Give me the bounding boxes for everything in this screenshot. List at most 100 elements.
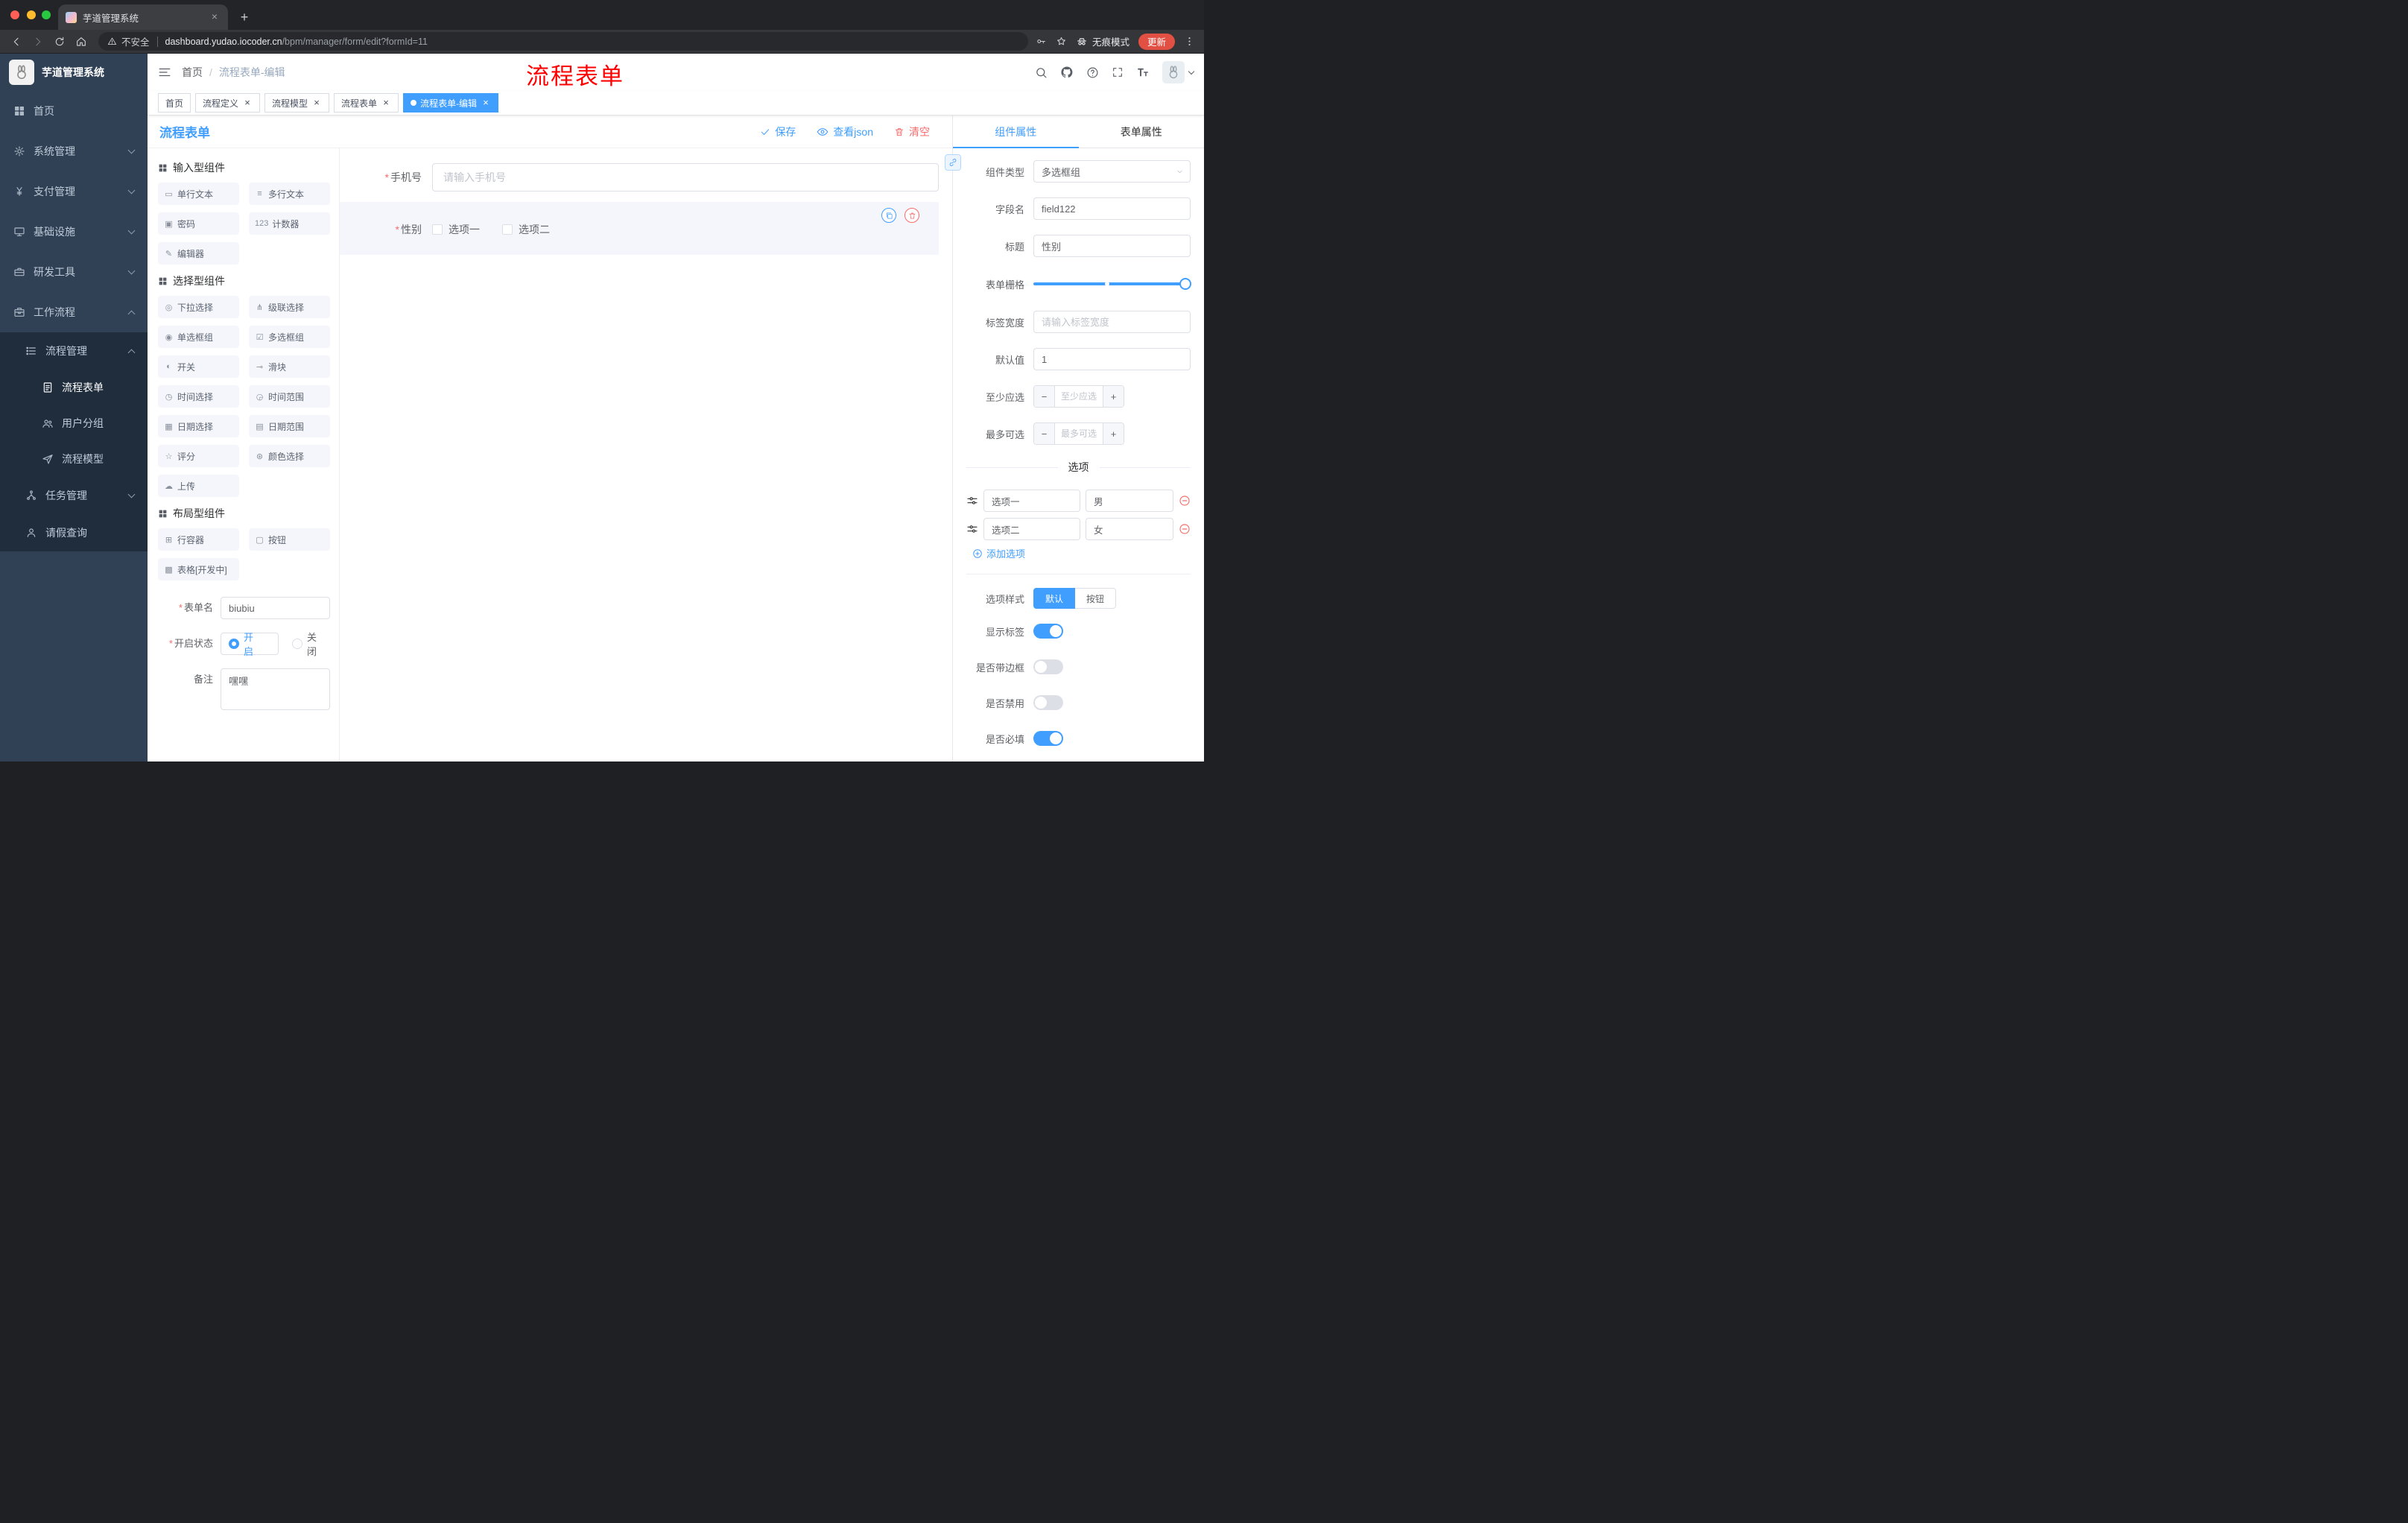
palette-item-table[interactable]: ▩ 表格[开发中] — [158, 558, 239, 580]
status-off-radio[interactable]: 关闭 — [291, 632, 317, 657]
gender-option-1-checkbox[interactable]: 选项一 — [432, 222, 480, 237]
palette-item-time-range[interactable]: ◶ 时间范围 — [249, 385, 330, 408]
field-name-input[interactable] — [1033, 197, 1191, 220]
show-label-toggle[interactable] — [1033, 624, 1063, 639]
label-width-input[interactable] — [1033, 311, 1191, 333]
password-key-icon[interactable] — [1036, 36, 1047, 47]
palette-item-button[interactable]: ▢ 按钮 — [249, 528, 330, 551]
palette-item-date-picker[interactable]: ▦ 日期选择 — [158, 415, 239, 437]
sidebar-item-task-management[interactable]: 任务管理 — [0, 477, 148, 514]
tag-process-form-edit[interactable]: 流程表单-编辑 × — [403, 93, 499, 113]
palette-item-cascader[interactable]: ⋔ 级联选择 — [249, 296, 330, 318]
option-drag-icon[interactable] — [966, 495, 978, 507]
style-button-button[interactable]: 按钮 — [1075, 588, 1117, 609]
sidebar-item-workflow[interactable]: 工作流程 — [0, 292, 148, 332]
min-increase-button[interactable]: + — [1103, 386, 1124, 407]
search-icon[interactable] — [1035, 66, 1048, 79]
palette-item-row-container[interactable]: ⊞ 行容器 — [158, 528, 239, 551]
form-canvas[interactable]: *手机号 *性别 选项一 选 — [340, 148, 952, 762]
sidebar-item-infrastructure[interactable]: 基础设施 — [0, 212, 148, 252]
default-value-input[interactable] — [1033, 348, 1191, 370]
home-button[interactable] — [71, 32, 91, 51]
tag-home[interactable]: 首页 — [158, 93, 191, 113]
canvas-field-gender-selected[interactable]: * 性别 选项一 选项二 — [340, 202, 939, 255]
github-icon[interactable] — [1060, 66, 1074, 79]
option-2-label-input[interactable] — [983, 518, 1080, 540]
sidebar-item-leave-query[interactable]: 请假查询 — [0, 514, 148, 551]
min-decrease-button[interactable]: − — [1034, 386, 1055, 407]
palette-item-time-picker[interactable]: ◷ 时间选择 — [158, 385, 239, 408]
canvas-field-phone[interactable]: * 手机号 — [340, 163, 939, 191]
palette-item-upload[interactable]: ☁ 上传 — [158, 475, 239, 497]
link-icon[interactable] — [945, 154, 961, 171]
form-remark-textarea[interactable]: 嘿嘿 — [221, 668, 330, 710]
user-avatar-menu[interactable] — [1162, 61, 1195, 83]
remove-option-2-button[interactable] — [1179, 523, 1191, 535]
minimize-window-button[interactable] — [27, 10, 36, 19]
add-option-button[interactable]: 添加选项 — [966, 546, 1191, 560]
tab-component-props[interactable]: 组件属性 — [953, 115, 1079, 148]
remove-option-1-button[interactable] — [1179, 495, 1191, 507]
close-icon[interactable]: × — [481, 98, 491, 108]
address-bar[interactable]: 不安全 dashboard.yudao.iocoder.cn/bpm/manag… — [98, 32, 1028, 51]
breadcrumb-home[interactable]: 首页 — [182, 65, 203, 80]
palette-item-slider[interactable]: ⊸ 滑块 — [249, 355, 330, 378]
close-icon[interactable]: × — [242, 98, 253, 108]
save-button[interactable]: 保存 — [760, 124, 796, 139]
style-default-button[interactable]: 默认 — [1033, 588, 1076, 609]
close-icon[interactable]: × — [311, 98, 322, 108]
palette-item-date-range[interactable]: ▤ 日期范围 — [249, 415, 330, 437]
browser-tab[interactable]: 芋道管理系统 × — [58, 4, 228, 30]
palette-item-color-picker[interactable]: ⊛ 颜色选择 — [249, 445, 330, 467]
update-button[interactable]: 更新 — [1138, 33, 1175, 50]
status-on-radio[interactable]: 开启 — [221, 632, 279, 657]
zoom-window-button[interactable] — [42, 10, 51, 19]
sidebar-item-payment[interactable]: 支付管理 — [0, 171, 148, 212]
sidebar-item-system[interactable]: 系统管理 — [0, 131, 148, 171]
max-increase-button[interactable]: + — [1103, 423, 1124, 444]
tab-close-icon[interactable]: × — [209, 11, 221, 23]
grid-slider[interactable] — [1033, 272, 1191, 296]
sidebar-item-home[interactable]: 首页 — [0, 91, 148, 131]
delete-field-button[interactable] — [904, 208, 919, 223]
forward-button[interactable] — [28, 32, 48, 51]
clear-button[interactable]: 清空 — [894, 124, 930, 139]
font-size-icon[interactable] — [1136, 66, 1150, 79]
palette-item-rate[interactable]: ☆ 评分 — [158, 445, 239, 467]
hamburger-icon[interactable] — [158, 66, 171, 79]
tag-process-definition[interactable]: 流程定义 × — [195, 93, 261, 113]
palette-item-password[interactable]: ▣ 密码 — [158, 212, 239, 235]
required-toggle[interactable] — [1033, 731, 1063, 746]
fullscreen-icon[interactable] — [1112, 66, 1124, 78]
max-decrease-button[interactable]: − — [1034, 423, 1055, 444]
copy-field-button[interactable] — [881, 208, 896, 223]
option-2-value-input[interactable] — [1086, 518, 1173, 540]
sidebar-logo[interactable]: 芋道管理系统 — [0, 54, 148, 91]
palette-item-single-line-text[interactable]: ▭ 单行文本 — [158, 183, 239, 205]
option-1-label-input[interactable] — [983, 490, 1080, 512]
disabled-toggle[interactable] — [1033, 695, 1063, 710]
new-tab-button[interactable]: + — [234, 7, 255, 28]
back-button[interactable] — [6, 32, 26, 51]
title-input[interactable] — [1033, 235, 1191, 257]
form-name-input[interactable] — [221, 597, 330, 619]
close-window-button[interactable] — [10, 10, 19, 19]
reload-button[interactable] — [49, 32, 69, 51]
palette-item-counter[interactable]: 123 计数器 — [249, 212, 330, 235]
tag-process-model[interactable]: 流程模型 × — [264, 93, 330, 113]
phone-input[interactable] — [432, 163, 939, 191]
bookmark-star-icon[interactable] — [1056, 36, 1067, 47]
max-input[interactable] — [1055, 423, 1103, 444]
security-label[interactable]: 不安全 — [121, 34, 150, 48]
sidebar-item-process-model[interactable]: 流程模型 — [0, 441, 148, 477]
option-1-value-input[interactable] — [1086, 490, 1173, 512]
border-toggle[interactable] — [1033, 659, 1063, 674]
sidebar-item-process-management[interactable]: 流程管理 — [0, 332, 148, 370]
browser-menu-icon[interactable] — [1184, 36, 1195, 47]
sidebar-item-devtools[interactable]: 研发工具 — [0, 252, 148, 292]
help-icon[interactable] — [1086, 66, 1099, 79]
palette-item-editor[interactable]: ✎ 编辑器 — [158, 242, 239, 265]
palette-item-checkbox-group[interactable]: ☑ 多选框组 — [249, 326, 330, 348]
view-json-button[interactable]: 查看json — [817, 124, 873, 139]
option-drag-icon[interactable] — [966, 523, 978, 535]
